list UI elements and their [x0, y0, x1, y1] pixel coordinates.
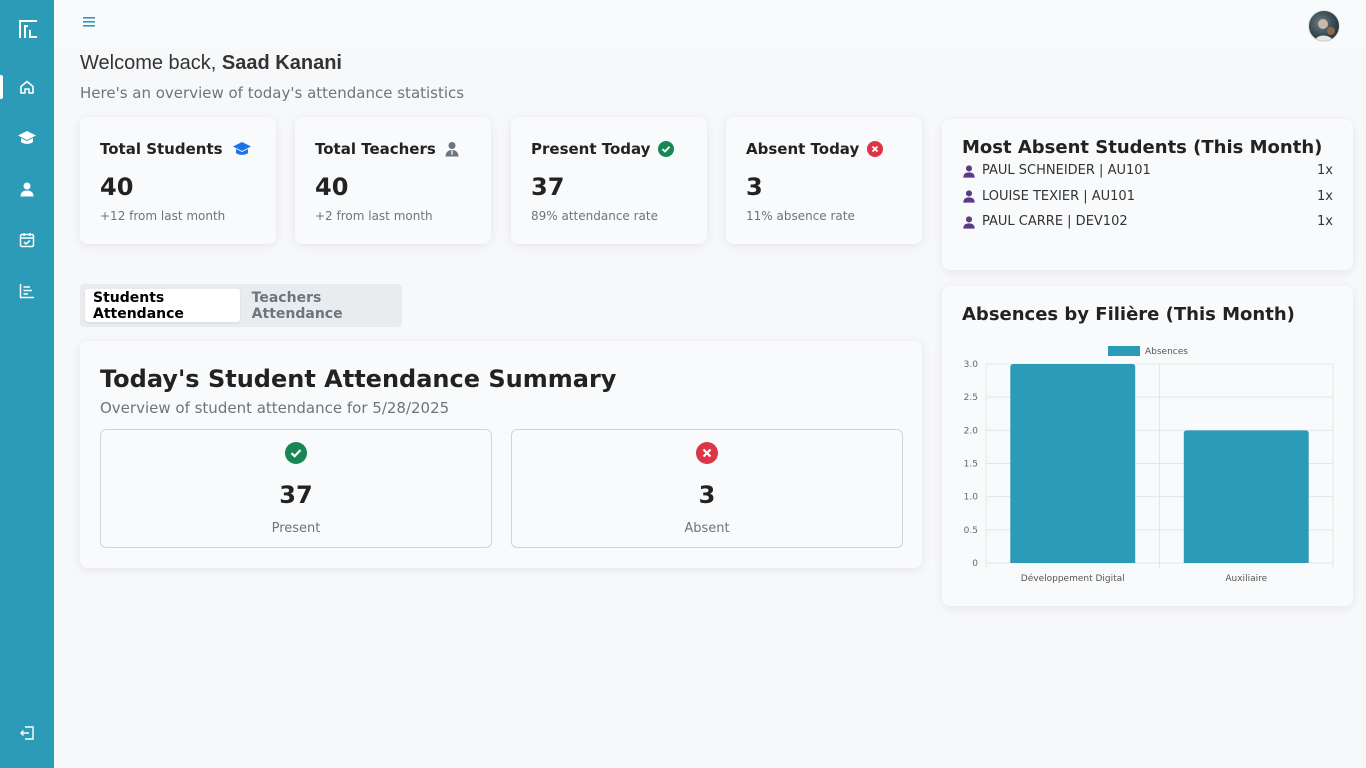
bar-chart-icon: [19, 284, 34, 299]
check-circle-icon: [658, 141, 675, 157]
stat-title: Total Students: [100, 140, 223, 158]
x-tick-label: Développement Digital: [1021, 573, 1125, 584]
teacher-icon: [445, 142, 459, 157]
sidebar: [0, 0, 54, 768]
list-item: LOUISE TEXIER | AU101 1x: [962, 184, 1333, 210]
attendance-summary-card: Today's Student Attendance Summary Overv…: [80, 341, 922, 568]
summary-subtitle: Overview of student attendance for 5/28/…: [100, 399, 450, 417]
tab-students-attendance[interactable]: Students Attendance: [85, 289, 240, 322]
top-bar: [54, 0, 1366, 48]
user-icon: [963, 190, 975, 203]
tab-teachers-attendance[interactable]: Teachers Attendance: [244, 289, 397, 322]
stat-value: 40: [100, 173, 134, 201]
sidebar-item-students[interactable]: [0, 124, 54, 152]
user-icon: [20, 182, 34, 197]
check-circle-icon: [285, 442, 307, 464]
graduation-cap-icon: [18, 131, 36, 144]
absences-bar-chart: Absences 0 0.5 1.0 1.5 2.0 2.5 3.0 Développement…: [964, 346, 1334, 584]
welcome-heading: Welcome back, Saad Kanani: [80, 52, 342, 75]
menu-toggle-icon[interactable]: [82, 15, 98, 29]
x-tick-label: Auxiliaire: [1225, 574, 1267, 584]
student-name: PAUL SCHNEIDER | AU101: [982, 163, 1151, 179]
y-tick-label: 3.0: [964, 360, 979, 370]
sidebar-item-home[interactable]: [0, 73, 54, 101]
present-label: Present: [271, 521, 321, 536]
stat-title: Absent Today: [746, 140, 860, 158]
absence-count: 1x: [1317, 214, 1333, 230]
chart-bar: [1010, 364, 1136, 563]
legend-label: Absences: [1145, 347, 1188, 357]
x-circle-icon: [696, 442, 718, 464]
stat-subtext: 11% absence rate: [746, 209, 855, 223]
absence-count: 1x: [1317, 163, 1333, 179]
stat-title: Total Teachers: [315, 140, 436, 158]
absences-by-filiere-card: Absences by Filière (This Month) Absence…: [942, 286, 1353, 606]
student-name: LOUISE TEXIER | AU101: [982, 188, 1135, 204]
legend-swatch: [1108, 346, 1140, 356]
sidebar-item-reports[interactable]: [0, 277, 54, 305]
stat-subtext: +12 from last month: [100, 209, 226, 223]
graduation-cap-icon: [232, 142, 251, 155]
user-icon: [963, 216, 975, 229]
present-summary-box: 37 Present: [100, 429, 492, 548]
page-subtitle: Here's an overview of today's attendance…: [80, 84, 465, 102]
y-tick-label: 2.0: [964, 426, 979, 436]
y-tick-label: 1.0: [964, 493, 979, 503]
student-name: PAUL CARRE | DEV102: [982, 214, 1128, 230]
logout-button[interactable]: [0, 719, 54, 747]
stat-subtext: 89% attendance rate: [531, 209, 658, 223]
stat-card-total-students: Total Students 40 +12 from last month: [80, 117, 276, 244]
stat-card-present-today: Present Today 37 89% attendance rate: [511, 117, 707, 244]
list-item: PAUL SCHNEIDER | AU101 1x: [962, 158, 1333, 184]
x-circle-icon: [867, 141, 884, 157]
sidebar-item-attendance[interactable]: [0, 226, 54, 254]
stat-subtext: +2 from last month: [315, 209, 433, 223]
y-tick-label: 0.5: [964, 526, 978, 536]
y-tick-label: 2.5: [964, 393, 978, 403]
home-icon: [20, 80, 34, 94]
y-tick-label: 0: [972, 559, 978, 569]
absent-summary-box: 3 Absent: [511, 429, 903, 548]
welcome-greeting: Welcome back,: [80, 52, 217, 74]
avatar-image: [1314, 19, 1335, 41]
stat-card-total-teachers: Total Teachers 40 +2 from last month: [295, 117, 491, 244]
app-logo-icon[interactable]: [17, 18, 39, 40]
stat-title: Present Today: [531, 140, 651, 158]
sidebar-item-teachers[interactable]: [0, 175, 54, 203]
absent-count: 3: [698, 481, 716, 509]
absence-count: 1x: [1317, 188, 1333, 204]
stat-card-absent-today: Absent Today 3 11% absence rate: [726, 117, 922, 244]
avatar[interactable]: [1308, 10, 1340, 42]
user-name: Saad Kanani: [221, 52, 342, 74]
absent-label: Absent: [684, 521, 730, 536]
list-item: PAUL CARRE | DEV102 1x: [962, 209, 1333, 235]
user-icon: [963, 165, 975, 178]
chart-bar: [1183, 430, 1309, 563]
calendar-check-icon: [19, 233, 35, 248]
present-count: 37: [279, 481, 313, 509]
most-absent-students-card: Most Absent Students (This Month) PAUL S…: [942, 119, 1353, 270]
stat-value: 3: [746, 173, 763, 201]
summary-title: Today's Student Attendance Summary: [100, 365, 617, 393]
most-absent-title: Most Absent Students (This Month): [962, 137, 1323, 158]
attendance-tabs: Students Attendance Teachers Attendance: [80, 284, 402, 327]
stat-value: 37: [531, 173, 565, 201]
stat-value: 40: [315, 173, 349, 201]
logout-icon: [20, 726, 34, 740]
y-tick-label: 1.5: [964, 460, 978, 470]
